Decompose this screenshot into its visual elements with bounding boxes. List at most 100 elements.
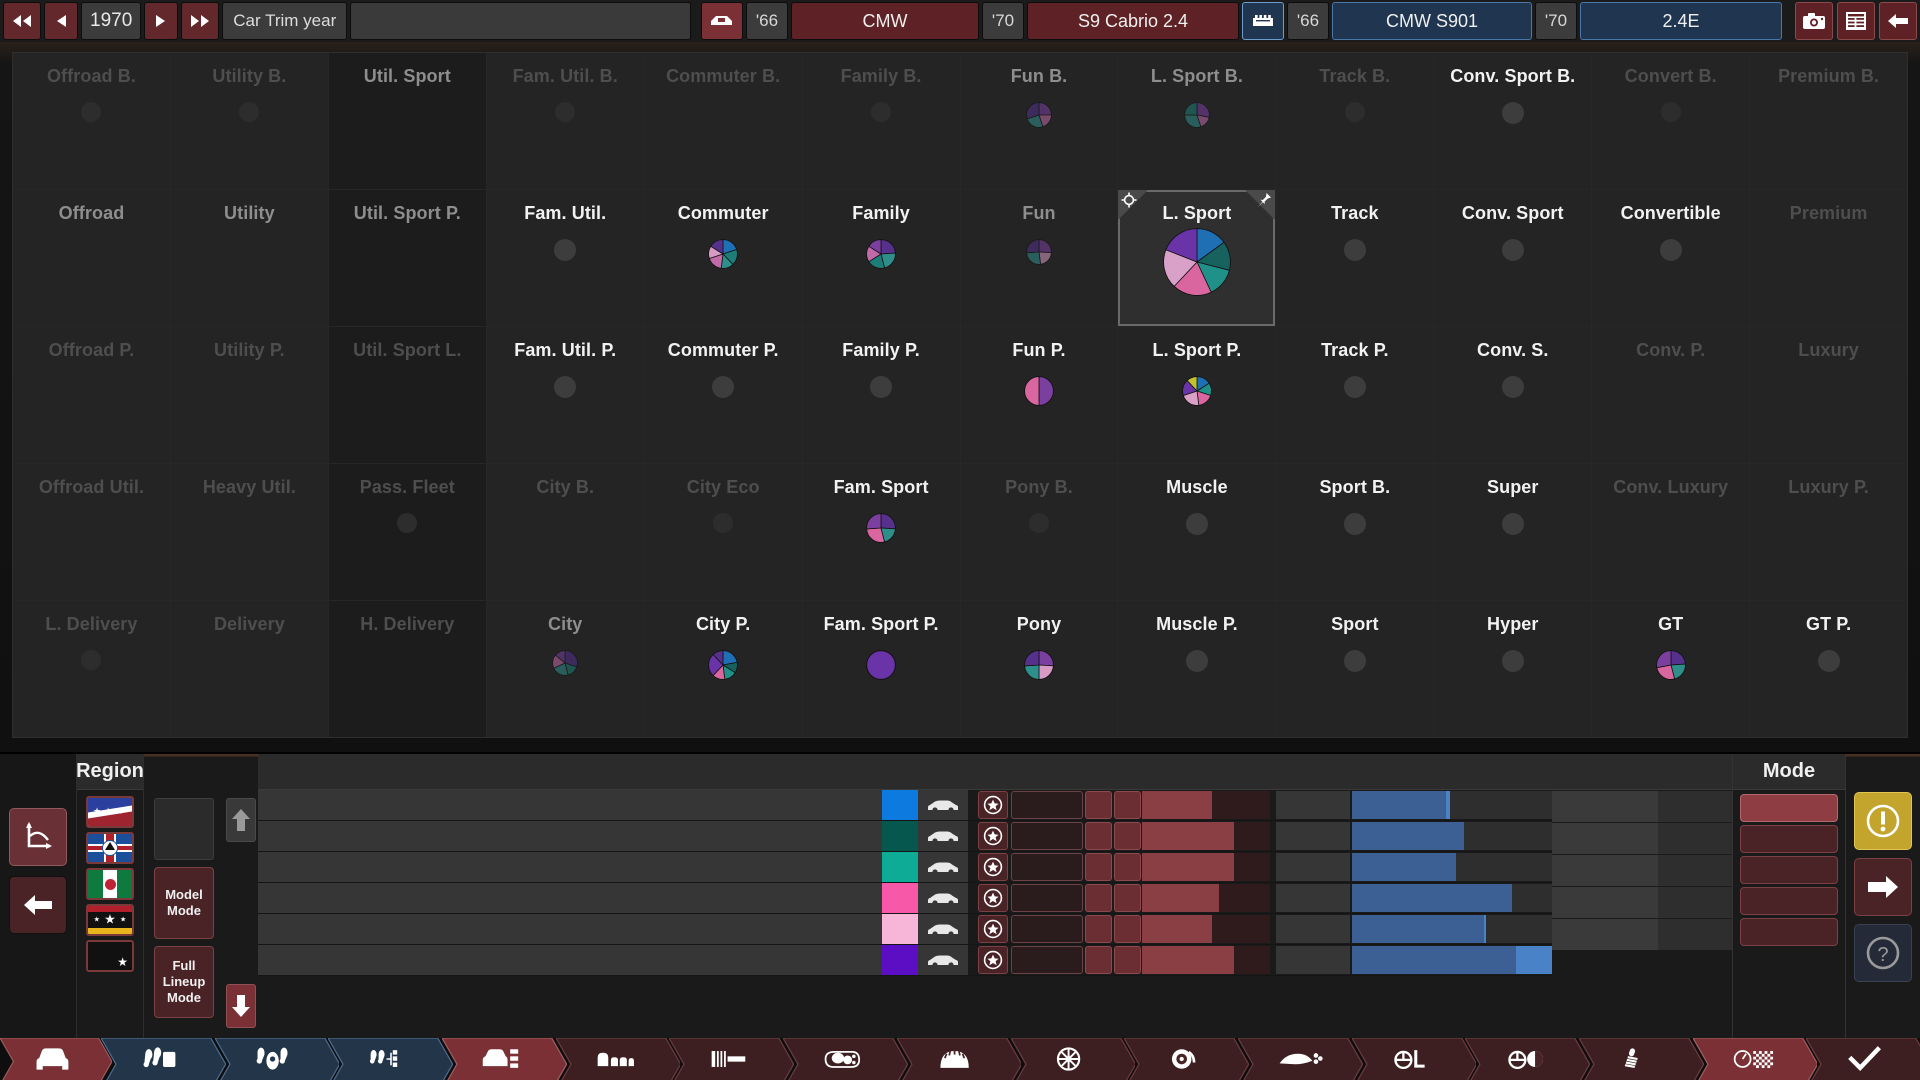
- topbar-back-button[interactable]: [1879, 2, 1917, 40]
- full-lineup-mode-button[interactable]: Full Lineup Mode: [154, 946, 214, 1018]
- trim-star-button[interactable]: [978, 915, 1008, 943]
- price-minus-button[interactable]: [1085, 915, 1112, 943]
- market-cell-commuter-b[interactable]: Commuter B.: [644, 53, 803, 189]
- taskbar-test-track[interactable]: [1692, 1038, 1818, 1080]
- market-cell-muscle[interactable]: Muscle: [1118, 464, 1277, 600]
- market-cell-super[interactable]: Super: [1434, 464, 1593, 600]
- model-mode-button[interactable]: Model Mode: [154, 867, 214, 939]
- price-minus-button[interactable]: [1085, 946, 1112, 974]
- model-chip[interactable]: S9 Cabrio 2.4: [1027, 2, 1239, 40]
- market-cell-offroad-p[interactable]: Offroad P.: [13, 327, 171, 463]
- trim-color-swatch[interactable]: [882, 790, 918, 820]
- trim-price[interactable]: [1011, 946, 1083, 974]
- trim-color-swatch[interactable]: [882, 945, 918, 975]
- market-cell-premium-b[interactable]: Premium B.: [1750, 53, 1908, 189]
- market-cell-util-sport[interactable]: Util. Sport: [328, 53, 487, 189]
- taskbar-engine-block[interactable]: [101, 1038, 226, 1080]
- engine-family-chip[interactable]: CMW S901: [1332, 2, 1532, 40]
- market-cell-offroad[interactable]: Offroad: [13, 190, 171, 326]
- price-plus-button[interactable]: [1114, 946, 1141, 974]
- taskbar-engine-bay[interactable]: [783, 1038, 908, 1080]
- lower-back-button[interactable]: [9, 876, 67, 934]
- taskbar-body-seats[interactable]: [555, 1038, 681, 1080]
- table-row[interactable]: [258, 790, 1552, 821]
- taskbar-aero[interactable]: [1237, 1038, 1363, 1080]
- car-icon-cell[interactable]: [918, 790, 968, 820]
- market-cell-pass-fleet[interactable]: Pass. Fleet: [328, 464, 487, 600]
- market-cell-pony-b[interactable]: Pony B.: [960, 464, 1119, 600]
- market-cell-delivery[interactable]: Delivery: [170, 601, 329, 737]
- market-cell-sport-b[interactable]: Sport B.: [1276, 464, 1435, 600]
- trim-star-button[interactable]: [978, 884, 1008, 912]
- market-cell-fun[interactable]: Fun: [960, 190, 1119, 326]
- brand-chip[interactable]: CMW: [791, 2, 979, 40]
- market-cell-city-b[interactable]: City B.: [486, 464, 645, 600]
- market-cell-luxury[interactable]: Luxury: [1750, 327, 1908, 463]
- market-cell-track-p[interactable]: Track P.: [1276, 327, 1435, 463]
- market-cell-track[interactable]: Track: [1276, 190, 1435, 326]
- market-cell-family-b[interactable]: Family B.: [802, 53, 961, 189]
- price-plus-button[interactable]: [1114, 915, 1141, 943]
- market-cell-conv-luxury[interactable]: Conv. Luxury: [1592, 464, 1751, 600]
- market-cell-sport[interactable]: Sport: [1276, 601, 1435, 737]
- market-cell-fam-sport[interactable]: Fam. Sport: [802, 464, 961, 600]
- prev-year-button[interactable]: [44, 2, 78, 40]
- flag-roundel[interactable]: [86, 832, 134, 864]
- market-cell-fam-util[interactable]: Fam. Util.: [486, 190, 645, 326]
- table-row[interactable]: [258, 821, 1552, 852]
- market-cell-heavy-util[interactable]: Heavy Util.: [170, 464, 329, 600]
- forward-button[interactable]: [1854, 858, 1912, 916]
- flag-blue-stars[interactable]: ★★★: [86, 796, 134, 828]
- engine-icon-button[interactable]: [1242, 2, 1284, 40]
- price-minus-button[interactable]: [1085, 853, 1112, 881]
- warning-button[interactable]: [1854, 792, 1912, 850]
- variant-chip[interactable]: 2.4E: [1580, 2, 1782, 40]
- market-cell-l-delivery[interactable]: L. Delivery: [13, 601, 171, 737]
- market-cell-fun-b[interactable]: Fun B.: [960, 53, 1119, 189]
- market-cell-track-b[interactable]: Track B.: [1276, 53, 1435, 189]
- flag-black-star[interactable]: ★ ★ ★: [86, 904, 134, 936]
- trim-price[interactable]: [1011, 915, 1083, 943]
- trim-star-button[interactable]: [978, 791, 1008, 819]
- last-year-button[interactable]: [181, 2, 220, 40]
- market-cell-convert-b[interactable]: Convert B.: [1592, 53, 1751, 189]
- market-cell-util-sport-l[interactable]: Util. Sport L.: [328, 327, 487, 463]
- car-icon-cell[interactable]: [918, 945, 968, 975]
- scroll-down-button[interactable]: [226, 984, 256, 1028]
- table-row[interactable]: [258, 945, 1552, 976]
- market-cell-city-p[interactable]: City P.: [644, 601, 803, 737]
- trim-price[interactable]: [1011, 884, 1083, 912]
- price-plus-button[interactable]: [1114, 853, 1141, 881]
- market-cell-muscle-p[interactable]: Muscle P.: [1118, 601, 1277, 737]
- price-plus-button[interactable]: [1114, 791, 1141, 819]
- car-icon-cell[interactable]: [918, 821, 968, 851]
- trim-price[interactable]: [1011, 791, 1083, 819]
- price-minus-button[interactable]: [1085, 822, 1112, 850]
- mode-button-markets[interactable]: [1740, 794, 1838, 822]
- taskbar-engine-parts[interactable]: [214, 1038, 340, 1080]
- mode-button-test-track[interactable]: [1740, 887, 1838, 915]
- taskbar-steering[interactable]: [1351, 1038, 1477, 1080]
- market-cell-city[interactable]: City: [486, 601, 645, 737]
- market-cell-offroad-b[interactable]: Offroad B.: [13, 53, 171, 189]
- screenshot-button[interactable]: [1795, 2, 1833, 40]
- next-year-button[interactable]: [144, 2, 179, 40]
- market-cell-gt[interactable]: GT: [1592, 601, 1751, 737]
- market-cell-commuter-p[interactable]: Commuter P.: [644, 327, 803, 463]
- graph-axes-button[interactable]: [9, 808, 67, 866]
- trim-star-button[interactable]: [978, 853, 1008, 881]
- car-icon-cell[interactable]: [918, 852, 968, 882]
- taskbar-engine-variant[interactable]: [328, 1038, 454, 1080]
- segment-cell[interactable]: [1142, 884, 1270, 912]
- market-cell-family[interactable]: Family: [802, 190, 961, 326]
- flag-sunburst-star[interactable]: ★: [86, 940, 134, 972]
- market-cell-commuter[interactable]: Commuter: [644, 190, 803, 326]
- segment-cell[interactable]: [1142, 853, 1270, 881]
- market-cell-luxury-p[interactable]: Luxury P.: [1750, 464, 1908, 600]
- market-cell-conv-s[interactable]: Conv. S.: [1434, 327, 1593, 463]
- flag-green-white-green[interactable]: [86, 868, 134, 900]
- trim-star-button[interactable]: [978, 822, 1008, 850]
- pin-icon[interactable]: [1256, 192, 1272, 213]
- price-plus-button[interactable]: [1114, 822, 1141, 850]
- market-cell-l-sport-b[interactable]: L. Sport B.: [1118, 53, 1277, 189]
